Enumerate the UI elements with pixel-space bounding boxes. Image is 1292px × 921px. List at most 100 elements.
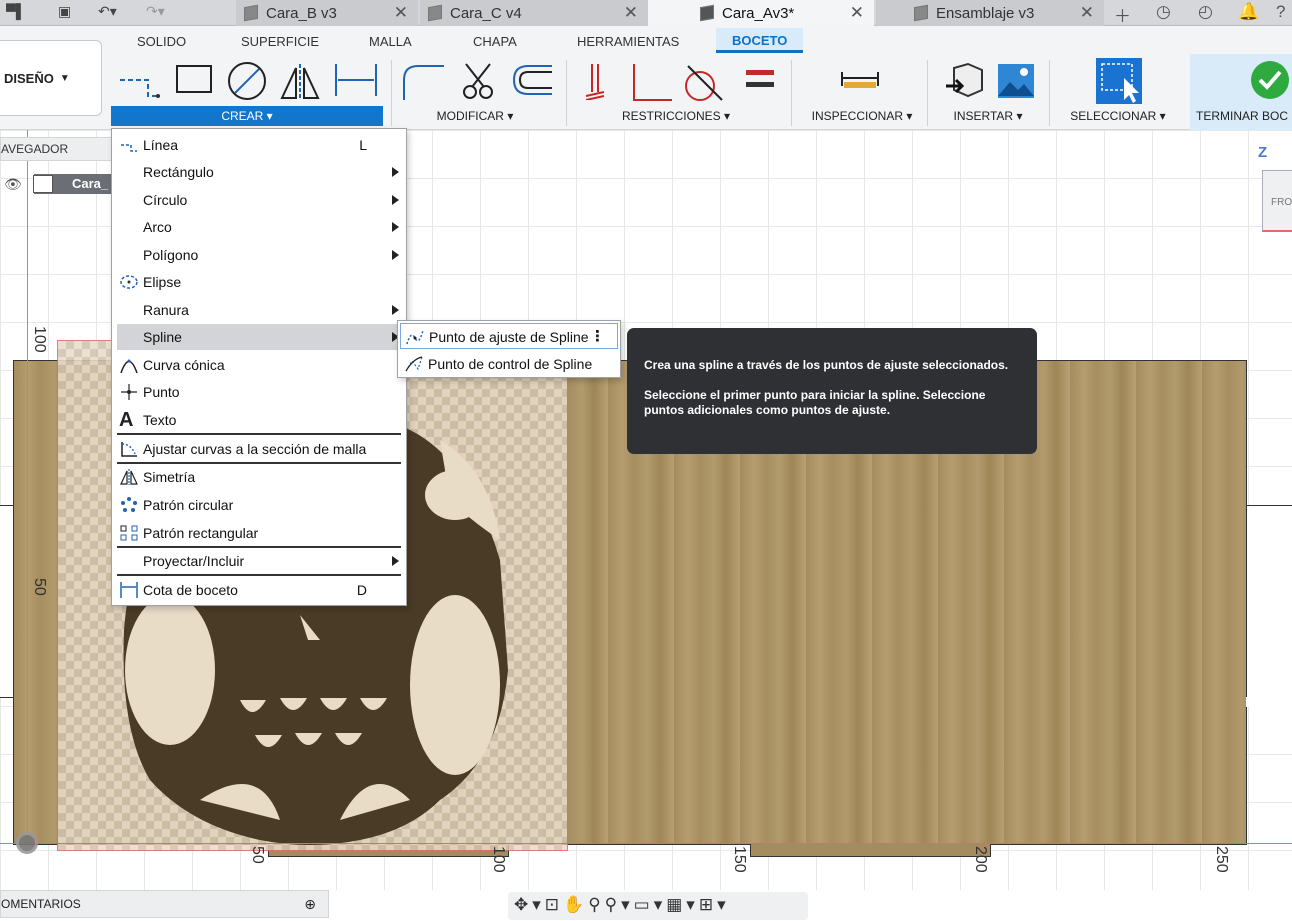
- close-icon[interactable]: ✕: [624, 3, 638, 23]
- line-tool-icon[interactable]: [118, 62, 164, 98]
- workspace-switcher[interactable]: DISEÑO ▼: [0, 40, 102, 116]
- component-icon: [914, 4, 928, 22]
- origin-point[interactable]: [16, 832, 38, 854]
- grid-icon[interactable]: ▦▾: [666, 895, 699, 914]
- view-cube[interactable]: FRO: [1262, 170, 1292, 232]
- menu-item-ranura[interactable]: Ranura: [117, 297, 403, 323]
- menu-item-punto[interactable]: Punto: [117, 379, 403, 405]
- menu-item-label: Punto: [143, 384, 180, 400]
- fit-icon[interactable]: ⚲▾: [605, 895, 634, 914]
- group-label: MODIFICAR: [436, 109, 504, 123]
- tab-cara-a[interactable]: Cara_Av3* ✕: [648, 0, 874, 26]
- rectangle-tool-icon[interactable]: [174, 62, 214, 98]
- tab-cara-b[interactable]: Cara_B v3 ✕: [236, 0, 418, 26]
- fit-curves-icon: [121, 442, 137, 457]
- close-icon[interactable]: ✕: [394, 3, 408, 23]
- insert-image-icon[interactable]: [996, 62, 1036, 102]
- menu-item-cota-boceto[interactable]: Cota de boceto D: [117, 577, 403, 603]
- menu-item-poligono[interactable]: Polígono: [117, 242, 403, 268]
- tab-malla[interactable]: MALLA: [369, 34, 412, 49]
- comments-panel[interactable]: OMENTARIOS ⊕: [0, 890, 329, 918]
- menu-item-simetria[interactable]: Simetría: [117, 464, 403, 490]
- tab-chapa[interactable]: CHAPA: [473, 34, 517, 49]
- add-comment-icon[interactable]: ⊕: [304, 891, 316, 917]
- file-icon[interactable]: ▀▌: [6, 3, 26, 21]
- close-icon[interactable]: ✕: [1080, 3, 1094, 23]
- ruler-label: 250: [1213, 846, 1230, 873]
- select-icon[interactable]: [1094, 56, 1144, 106]
- submenu-arrow-icon: [392, 250, 399, 260]
- perpendicular-constraint-icon[interactable]: [630, 62, 674, 102]
- inspect-group-button[interactable]: INSPECCIONAR ▾: [802, 106, 922, 126]
- browser-header[interactable]: AVEGADOR: [0, 137, 112, 161]
- tab-cara-c[interactable]: Cara_C v4 ✕: [420, 0, 648, 26]
- menu-item-spline[interactable]: Spline: [117, 324, 403, 350]
- save-icon[interactable]: ▣: [58, 3, 71, 21]
- job-status-icon[interactable]: ◷: [1156, 2, 1171, 22]
- measure-icon[interactable]: [840, 62, 880, 92]
- menu-item-rectangulo[interactable]: Rectángulo: [117, 159, 403, 185]
- trim-tool-icon[interactable]: [458, 62, 498, 102]
- insert-derive-icon[interactable]: [944, 62, 984, 102]
- menu-item-arco[interactable]: Arco: [117, 214, 403, 240]
- select-group-button[interactable]: SELECCIONAR ▾: [1058, 106, 1178, 126]
- pan-icon[interactable]: ✋: [563, 895, 588, 914]
- menu-item-patron-circular[interactable]: Patrón circular: [117, 492, 403, 518]
- insert-group-button[interactable]: INSERTAR ▾: [938, 106, 1038, 126]
- more-options-icon[interactable]: ⋮: [590, 324, 605, 350]
- submenu-arrow-icon: [392, 167, 399, 177]
- menu-item-spline-fit-point[interactable]: Punto de ajuste de Spline ⋮: [400, 323, 618, 349]
- checkmark-icon: [1251, 61, 1289, 99]
- tab-superficie[interactable]: SUPERFICIE: [241, 34, 319, 49]
- ruler-label: 100: [31, 326, 48, 353]
- close-icon[interactable]: ✕: [850, 3, 864, 23]
- menu-item-proyectar[interactable]: Proyectar/Incluir: [117, 548, 403, 574]
- menu-item-spline-control-point[interactable]: Punto de control de Spline: [400, 351, 618, 377]
- constraints-group-button[interactable]: RESTRICCIONES ▾: [586, 106, 766, 126]
- menu-item-linea[interactable]: Línea L: [117, 132, 403, 158]
- divider: [1049, 60, 1050, 126]
- clock-icon[interactable]: ◴: [1198, 2, 1213, 22]
- mirror-tool-icon[interactable]: [280, 62, 322, 102]
- tab-solido[interactable]: SOLIDO: [137, 34, 186, 49]
- tab-label: Ensamblaje v3: [936, 4, 1035, 22]
- finish-sketch-label[interactable]: TERMINAR BOC: [1196, 106, 1292, 126]
- help-icon[interactable]: ?: [1276, 2, 1285, 22]
- menu-item-ajustar-curvas[interactable]: Ajustar curvas a la sección de malla: [117, 436, 403, 462]
- undo-icon[interactable]: ↶▾: [98, 3, 117, 21]
- tab-boceto[interactable]: BOCETO: [716, 28, 804, 53]
- menu-item-patron-rectangular[interactable]: Patrón rectangular: [117, 520, 403, 546]
- circle-tool-icon[interactable]: [226, 62, 268, 102]
- viewports-icon[interactable]: ⊞▾: [699, 895, 730, 914]
- equal-constraint-icon[interactable]: [744, 62, 776, 92]
- menu-item-texto[interactable]: A Texto: [117, 407, 403, 433]
- tangent-constraint-icon[interactable]: [682, 62, 726, 102]
- offset-tool-icon[interactable]: [510, 62, 554, 98]
- menu-item-label: Ranura: [143, 302, 189, 318]
- menu-item-curva-conica[interactable]: Curva cónica: [117, 352, 403, 378]
- modify-group-button[interactable]: MODIFICAR ▾: [400, 106, 550, 126]
- menu-item-label: Punto de control de Spline: [428, 356, 593, 372]
- zoom-icon[interactable]: ⚲: [588, 895, 604, 914]
- tab-herramientas[interactable]: HERRAMIENTAS: [577, 34, 679, 49]
- browser-item[interactable]: 👁 Cara_: [0, 174, 112, 194]
- tooltip: Crea una spline a través de los puntos d…: [627, 328, 1037, 454]
- board-notch: [1246, 505, 1292, 698]
- menu-item-elipse[interactable]: Elipse: [117, 269, 403, 295]
- fillet-tool-icon[interactable]: [400, 62, 446, 102]
- display-settings-icon[interactable]: ▭▾: [634, 895, 667, 914]
- look-at-icon[interactable]: ⊡: [545, 895, 563, 914]
- menu-item-circulo[interactable]: Círculo: [117, 187, 403, 213]
- tab-ensamblaje[interactable]: Ensamblaje v3 ✕: [876, 0, 1104, 26]
- dimension-tool-icon[interactable]: [334, 62, 378, 98]
- redo-icon[interactable]: ↷▾: [146, 3, 165, 21]
- notifications-icon[interactable]: 🔔: [1238, 2, 1259, 22]
- tab-label: Cara_C v4: [450, 4, 522, 22]
- coincident-constraint-icon[interactable]: [584, 62, 612, 100]
- eye-icon[interactable]: 👁: [4, 176, 22, 193]
- new-tab-icon[interactable]: ＋: [1114, 2, 1131, 27]
- orbit-icon[interactable]: ✥▾: [514, 895, 545, 914]
- spline-submenu: Punto de ajuste de Spline ⋮ Punto de con…: [397, 320, 621, 378]
- menu-item-label: Curva cónica: [143, 357, 225, 373]
- create-group-button[interactable]: CREAR ▾: [111, 106, 383, 126]
